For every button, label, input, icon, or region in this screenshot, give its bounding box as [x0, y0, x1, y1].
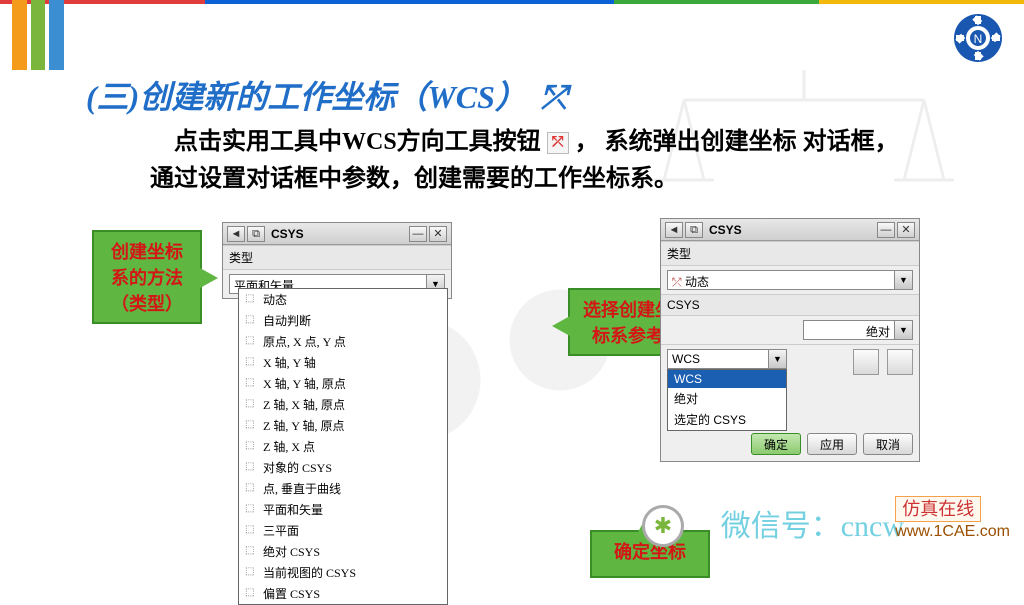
wcs-option[interactable]: 选定的 CSYS — [668, 409, 786, 430]
cancel-button[interactable]: 取消 — [863, 433, 913, 455]
section2-type-label: 类型 — [661, 241, 919, 266]
ref-combo-value: 绝对 — [804, 321, 894, 339]
type-option[interactable]: ⬚原点, X 点, Y 点 — [239, 331, 447, 352]
wechat-watermark: 微信号：cncw — [721, 501, 904, 545]
callout-type-method: 创建坐标 系的方法 （类型） — [92, 230, 202, 324]
type-option[interactable]: ⬚X 轴, Y 轴 — [239, 352, 447, 373]
dialog-titlebar[interactable]: ◄ ⧉ CSYS — ✕ — [223, 223, 451, 245]
csys-dialog-icon[interactable] — [853, 349, 879, 375]
section-ref-label: CSYS — [661, 294, 919, 316]
section-type-label: 类型 — [223, 245, 451, 270]
type-option[interactable]: ⬚平面和矢量 — [239, 499, 447, 520]
type-option[interactable]: ⬚偏置 CSYS — [239, 583, 447, 604]
csys-dialog-right: ◄ ⧉ CSYS — ✕ 类型 ⤱ 动态 ▼ CSYS 绝对 ▼ WCS ▼ W… — [660, 218, 920, 462]
type-option[interactable]: ⬚自动判断 — [239, 310, 447, 331]
type-option[interactable]: ⬚绝对 CSYS — [239, 541, 447, 562]
slide-body: 点击实用工具中WCS方向工具按钮 ⤱ ， 系统弹出创建坐标 对话框，通过设置对话… — [150, 124, 910, 198]
pin-icon[interactable]: ⧉ — [247, 226, 265, 242]
type-option[interactable]: ⬚Z 轴, X 轴, 原点 — [239, 394, 447, 415]
type2-value: 动态 — [685, 275, 709, 289]
apply-button[interactable]: 应用 — [807, 433, 857, 455]
type-option[interactable]: ⬚点, 垂直于曲线 — [239, 478, 447, 499]
wcs-option[interactable]: WCS — [668, 370, 786, 388]
close-icon[interactable]: ✕ — [429, 226, 447, 242]
wechat-icon: ✱ — [642, 505, 684, 547]
minimize-icon[interactable]: — — [877, 222, 895, 238]
back-icon[interactable]: ◄ — [227, 226, 245, 242]
dialog2-title-text: CSYS — [705, 223, 746, 237]
wcs-dropdown-list[interactable]: WCS绝对选定的 CSYS — [667, 369, 787, 431]
type2-combo[interactable]: ⤱ 动态 ▼ — [667, 270, 913, 290]
side-accent-bars — [12, 0, 64, 70]
chevron-down-icon[interactable]: ▼ — [768, 350, 786, 368]
slide-title: (三)创建新的工作坐标（WCS） ⤱ — [86, 72, 567, 118]
csys-axis-icon[interactable] — [887, 349, 913, 375]
minimize-icon[interactable]: — — [409, 226, 427, 242]
ref-combo[interactable]: 绝对 ▼ — [803, 320, 913, 340]
type-dropdown-list[interactable]: ⬚动态⬚自动判断⬚原点, X 点, Y 点⬚X 轴, Y 轴⬚X 轴, Y 轴,… — [238, 288, 448, 605]
type-option[interactable]: ⬚三平面 — [239, 520, 447, 541]
wcs-option[interactable]: 绝对 — [668, 388, 786, 409]
wcs-combo[interactable]: WCS ▼ — [667, 349, 787, 369]
wcs-combo-value: WCS — [668, 350, 768, 368]
type-option[interactable]: ⬚Z 轴, Y 轴, 原点 — [239, 415, 447, 436]
ok-button[interactable]: 确定 — [751, 433, 801, 455]
pin-icon[interactable]: ⧉ — [685, 222, 703, 238]
svg-text:N: N — [974, 32, 983, 46]
dialog-button-row: 确定 应用 取消 — [661, 427, 919, 461]
chevron-down-icon[interactable]: ▼ — [894, 321, 912, 339]
type-option[interactable]: ⬚动态 — [239, 289, 447, 310]
gear-logo-icon: N — [950, 10, 1006, 66]
back-icon[interactable]: ◄ — [665, 222, 683, 238]
wcs-tool-icon: ⤱ — [541, 79, 567, 115]
wcs-tool-icon-inline: ⤱ — [547, 132, 569, 154]
close-icon[interactable]: ✕ — [897, 222, 915, 238]
top-accent-bar — [0, 0, 1024, 4]
dialog2-titlebar[interactable]: ◄ ⧉ CSYS — ✕ — [661, 219, 919, 241]
type-option[interactable]: ⬚X 轴, Y 轴, 原点 — [239, 373, 447, 394]
dialog-title-text: CSYS — [267, 227, 308, 241]
chevron-down-icon[interactable]: ▼ — [894, 271, 912, 289]
type-option[interactable]: ⬚对象的 CSYS — [239, 457, 447, 478]
type-option[interactable]: ⬚当前视图的 CSYS — [239, 562, 447, 583]
type-option[interactable]: ⬚Z 轴, X 点 — [239, 436, 447, 457]
brand-watermark: 仿真在线 www.1CAE.com — [895, 495, 1010, 541]
